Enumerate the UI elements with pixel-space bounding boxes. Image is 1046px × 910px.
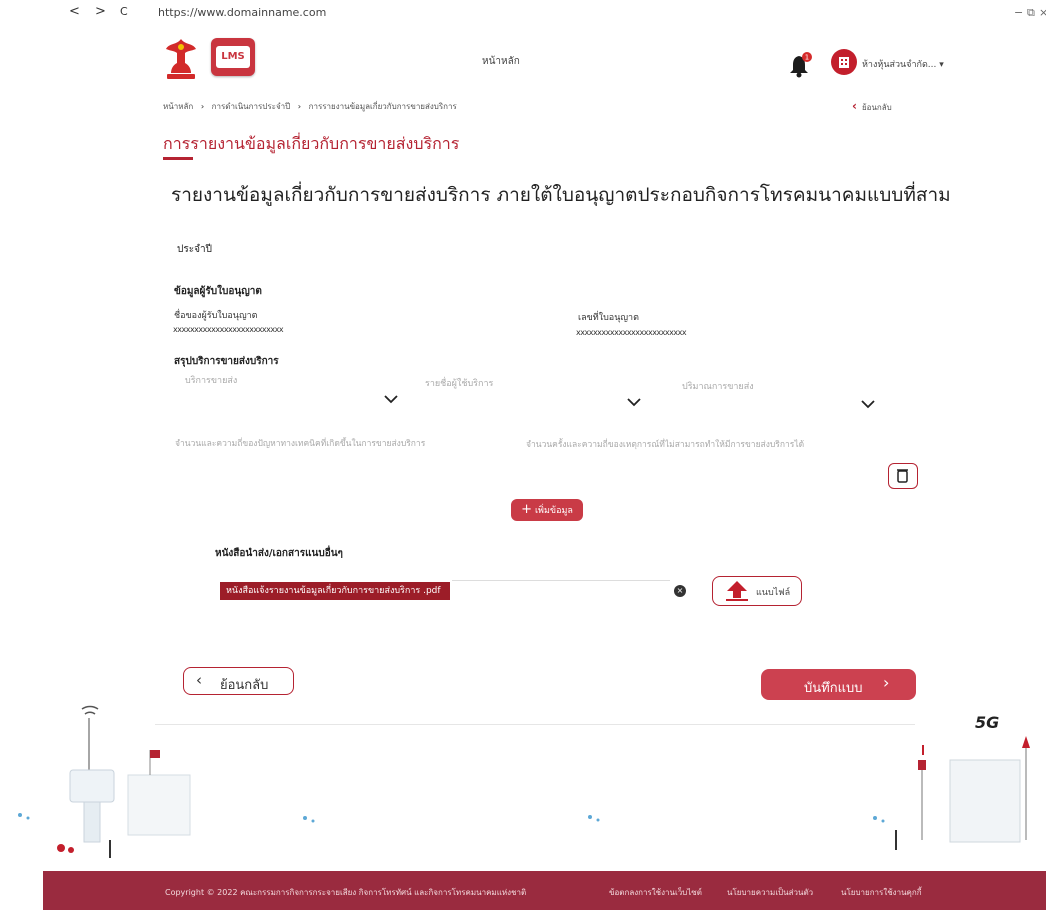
footer-link-cookies[interactable]: นโยบายการใช้งานคุกกี้ (841, 886, 922, 899)
upload-label: แนบไฟล์ (756, 588, 791, 598)
title-underline (163, 157, 193, 160)
volume-select[interactable]: ปริมาณการขายส่ง (682, 379, 754, 393)
save-form-button[interactable]: บันทึกแบบ › (761, 669, 916, 700)
lms-logo[interactable]: LMS (211, 38, 255, 76)
breadcrumb-separator: › (200, 102, 205, 111)
browser-reload-button[interactable]: C (120, 5, 128, 18)
badge-5g: 5G (975, 713, 999, 732)
breadcrumb-separator: › (297, 102, 302, 111)
footer-link-privacy[interactable]: นโยบายความเป็นส่วนตัว (727, 886, 813, 899)
tower-building-icon (918, 736, 1030, 843)
chevron-down-icon[interactable] (384, 393, 398, 407)
license-number-label: เลขที่ใบอนุญาต (578, 313, 639, 323)
back-link-label: ย้อนกลับ (861, 103, 892, 112)
lms-logo-text: LMS (216, 46, 250, 68)
city-skyline-illustration: 5G (18, 705, 1030, 858)
chevron-down-icon[interactable] (627, 396, 641, 410)
chevron-left-icon: ‹ (196, 671, 202, 689)
back-link[interactable]: ‹ ย้อนกลับ (852, 99, 892, 114)
service-select[interactable]: บริการขายส่ง (185, 373, 237, 387)
breadcrumb-home[interactable]: หน้าหลัก (163, 102, 193, 111)
attached-file[interactable]: หนังสือแจ้งรายงานข้อมูลเกี่ยวกับการขายส่… (220, 582, 450, 600)
plus-icon: + (521, 502, 532, 517)
chevron-down-icon[interactable] (861, 398, 875, 412)
nav-home-link[interactable]: หน้าหลัก (482, 54, 520, 69)
breadcrumb-current: การรายงานข้อมูลเกี่ยวกับการขายส่งบริการ (308, 102, 457, 111)
browser-back-button[interactable]: < (69, 4, 80, 19)
notification-bell-icon[interactable]: 1 (789, 52, 813, 82)
browser-bar: < > C https://www.domainname.com − ⧉ × (0, 0, 1046, 28)
breadcrumb-annual[interactable]: การดำเนินการประจำปี (212, 102, 291, 111)
minimize-button[interactable]: − (1014, 6, 1023, 19)
notification-count: 1 (805, 54, 809, 62)
footer-link-terms[interactable]: ข้อตกลงการใช้งานเว็บไซต์ (609, 886, 702, 899)
trash-icon (897, 469, 908, 483)
close-window-button[interactable]: × (1039, 6, 1046, 19)
licensee-section-heading: ข้อมูลผู้รับใบอนุญาต (174, 286, 262, 297)
save-button-label: บันทึกแบบ (804, 681, 863, 696)
delete-row-button[interactable] (888, 463, 918, 489)
chevron-right-icon: › (883, 673, 890, 692)
stacked-building-icon (127, 750, 191, 836)
remove-file-icon[interactable]: × (674, 585, 686, 597)
upload-file-button[interactable]: แนบไฟล์ (712, 576, 802, 606)
license-number-value: xxxxxxxxxxxxxxxxxxxxxxxxxx (576, 328, 687, 337)
period-label: ประจำปี (177, 244, 212, 255)
footer: Copyright © 2022 คณะกรรมการกิจการกระจายเ… (43, 871, 1046, 910)
breadcrumb: หน้าหลัก › การดำเนินการประจำปี › การรายง… (163, 100, 457, 113)
file-divider (452, 580, 670, 581)
wifi-tower-icon (69, 705, 115, 843)
restore-button[interactable]: ⧉ (1027, 6, 1035, 20)
main-heading: รายงานข้อมูลเกี่ยวกับการขายส่งบริการ ภาย… (171, 184, 951, 206)
customer-select[interactable]: รายชื่อผู้ใช้บริการ (425, 376, 493, 390)
licensee-name-value: xxxxxxxxxxxxxxxxxxxxxxxxxx (173, 325, 284, 334)
back-button-label: ย้อนกลับ (220, 678, 269, 693)
add-data-button[interactable]: + เพิ่มข้อมูล (511, 499, 583, 521)
problems-input[interactable]: จำนวนและความถี่ของปัญหาทางเทคนิคที่เกิดข… (175, 436, 425, 450)
page-title: การรายงานข้อมูลเกี่ยวกับการขายส่งบริการ (163, 134, 460, 153)
licensee-name-label: ชื่อของผู้รับใบอนุญาต (174, 311, 258, 321)
upload-arrow-icon (726, 581, 748, 601)
footer-copyright: Copyright © 2022 คณะกรรมการกิจการกระจายเ… (165, 888, 527, 897)
chevron-left-icon: ‹ (852, 99, 857, 113)
documents-label: หนังสือนำส่ง/เอกสารแนบอื่นๆ (215, 548, 343, 559)
add-data-label: เพิ่มข้อมูล (534, 506, 573, 516)
summary-section-heading: สรุปบริการขายส่งบริการ (174, 356, 279, 367)
failures-input[interactable]: จำนวนครั้งและความถี่ของเหตุการณ์ที่ไม่สา… (526, 437, 804, 451)
user-avatar-icon[interactable] (831, 49, 857, 75)
browser-forward-button[interactable]: > (95, 4, 106, 19)
user-menu-dropdown[interactable]: ห้างหุ้นส่วนจำกัด... ▾ (862, 57, 944, 71)
garuda-emblem-logo[interactable] (163, 37, 199, 81)
back-button[interactable]: ‹ ย้อนกลับ (183, 667, 294, 695)
url-bar[interactable]: https://www.domainname.com (158, 6, 326, 19)
